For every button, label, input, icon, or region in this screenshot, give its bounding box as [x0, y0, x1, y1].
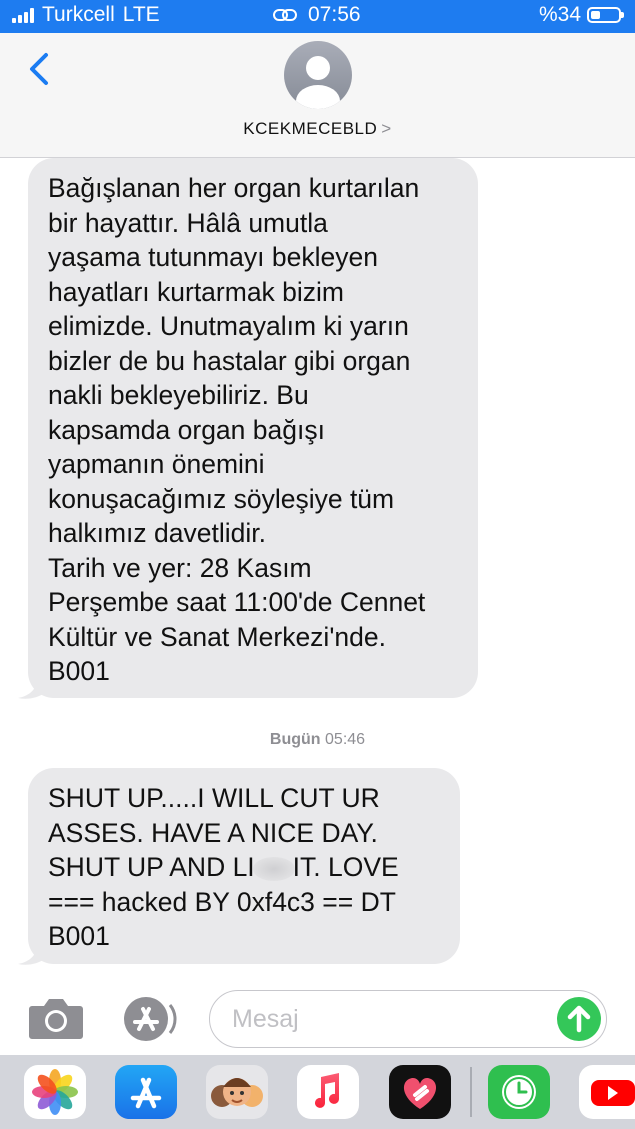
dock-divider	[470, 1067, 472, 1117]
camera-icon[interactable]	[28, 996, 84, 1040]
message-line: Kültür ve Sanat Merkezi'nde.	[48, 621, 386, 652]
message-line: kapsamda organ bağışı	[48, 414, 325, 445]
timestamp-day: Bugün	[269, 731, 321, 748]
battery-group: %34	[538, 3, 624, 27]
message-line: elimizde. Unutmayalım ki yarın	[48, 311, 409, 341]
message-line: Perşembe saat 11:00'de Cennet	[48, 587, 426, 617]
message-line-part: SHUT UP AND LI	[48, 852, 255, 882]
message-line: Tarih ve yer: 28 Kasım	[48, 552, 312, 583]
app-drawer	[0, 1055, 635, 1129]
send-button[interactable]	[557, 997, 601, 1041]
app-store-icon[interactable]	[118, 995, 178, 1043]
back-chevron-icon[interactable]	[22, 47, 62, 91]
contact-chevron: >	[381, 119, 392, 138]
timestamp-time: 05:46	[325, 731, 366, 748]
message-bubble-received[interactable]: Bağışlanan her organ kurtarılan bir haya…	[28, 158, 478, 698]
bubble-tail	[18, 676, 46, 699]
message-line: B001	[48, 656, 110, 686]
message-line: ASSES. HAVE A NICE DAY.	[48, 817, 378, 848]
time-group: 07:56	[272, 3, 361, 27]
message-line: halkımız davetlidir.	[48, 518, 266, 548]
message-input[interactable]: Mesaj	[209, 990, 607, 1048]
status-bar: Turkcell LTE 07:56 %34	[0, 0, 635, 33]
message-line: SHUT UP AND LI IT. LOVE	[48, 850, 440, 885]
message-timestamp: Bugün 05:46	[0, 731, 635, 749]
heart-app-icon[interactable]	[389, 1065, 451, 1119]
message-line: bir hayattır. Hâlâ umutla	[48, 207, 328, 238]
battery-icon	[587, 7, 624, 23]
send-arrow-icon	[567, 1005, 591, 1033]
carrier-name: Turkcell	[42, 3, 115, 26]
message-line: hayatları kurtarmak bizim	[48, 276, 345, 307]
message-line: yaşama tutunmayı bekleyen	[48, 242, 378, 272]
message-bubble-received[interactable]: SHUT UP.....I WILL CUT UR ASSES. HAVE A …	[28, 768, 460, 964]
redaction-smudge	[252, 857, 295, 881]
message-line: bizler de bu hastalar gibi organ	[48, 345, 411, 376]
youtube-icon[interactable]	[579, 1065, 635, 1119]
clock-time: 07:56	[308, 3, 361, 26]
conversation-header: KCEKMECEBLD >	[0, 33, 635, 158]
message-line-part: IT. LOVE	[292, 852, 399, 882]
message-line: Bağışlanan her organ kurtarılan	[48, 173, 420, 203]
message-line: === hacked BY 0xf4c3 == DT	[48, 886, 396, 917]
message-line: konuşacağımız söyleşiye tüm	[48, 483, 395, 514]
link-icon	[273, 9, 297, 21]
bubble-tail	[18, 942, 46, 965]
app-store-icon[interactable]	[115, 1065, 177, 1119]
message-line: SHUT UP.....I WILL CUT UR	[48, 783, 380, 813]
message-input-placeholder: Mesaj	[232, 1005, 299, 1033]
message-line: nakli bekleyebiliriz. Bu	[48, 380, 309, 410]
contact-avatar[interactable]	[284, 41, 352, 109]
battery-fill	[591, 11, 600, 19]
contact-name: KCEKMECEBLD	[243, 119, 378, 138]
network-type: LTE	[122, 3, 160, 26]
clock-icon[interactable]	[488, 1065, 550, 1119]
contact-name-button[interactable]: KCEKMECEBLD >	[0, 119, 635, 139]
message-line: yapmanın önemini	[48, 449, 265, 479]
signal-strength-icon	[12, 7, 34, 23]
music-icon[interactable]	[297, 1065, 359, 1119]
person-silhouette-icon	[296, 56, 340, 109]
battery-percentage: %34	[538, 3, 581, 26]
message-line: B001	[48, 921, 110, 951]
photos-icon[interactable]	[24, 1065, 86, 1119]
memoji-icon[interactable]	[206, 1065, 268, 1119]
carrier-group: Turkcell LTE	[12, 3, 160, 27]
